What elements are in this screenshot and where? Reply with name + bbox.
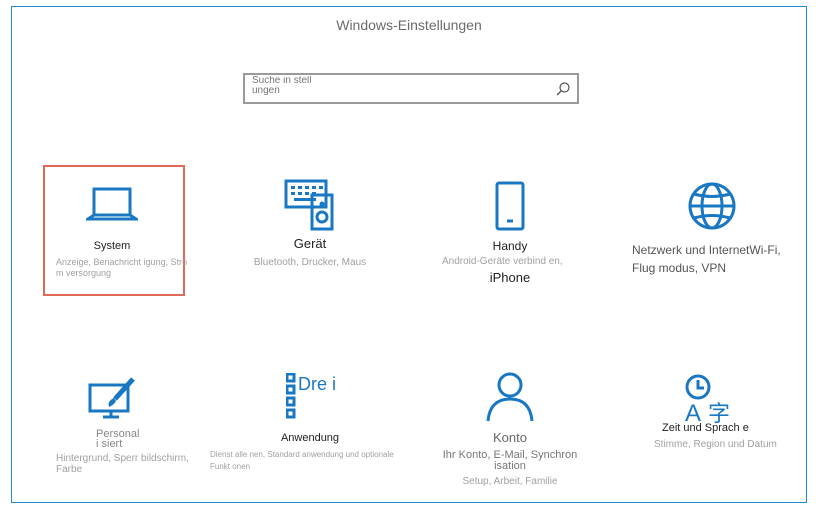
tile-system-name: System — [93, 240, 131, 252]
tile-zeit-sprache-name: Zeit und Sprach e — [662, 422, 749, 434]
tile-personalisierung[interactable]: Personal i siert Hintergrund, Sperr bild… — [32, 377, 192, 475]
tile-geraet-name: Gerät — [293, 236, 327, 251]
person-icon — [486, 372, 534, 422]
tile-handy-name: Handy — [492, 239, 528, 253]
window-title: Windows-Einstellungen — [336, 17, 482, 33]
laptop-icon — [86, 187, 138, 221]
tile-geraet-description: Bluetooth, Drucker, Maus — [253, 257, 367, 268]
search-input[interactable] — [252, 76, 322, 100]
search-icon[interactable] — [555, 81, 571, 97]
settings-window: Windows-Einstellungen System Anzeige, Be… — [11, 6, 807, 503]
phone-icon — [495, 181, 525, 231]
keyboard-speaker-icon — [284, 179, 334, 231]
tile-anwendung-name: Anwendung — [280, 432, 340, 444]
globe-icon — [688, 182, 736, 230]
tile-system[interactable]: System Anzeige, Benachricht igung, Stro … — [32, 185, 192, 279]
tile-handy-description: Android-Geräte verbind en, — [442, 256, 563, 267]
tile-personalisierung-description: Hintergrund, Sperr bildschirm, Farbe — [56, 453, 189, 475]
tile-konto[interactable]: Konto Ihr Konto, E-Mail, Synchron isatio… — [430, 371, 590, 487]
apps-list-icon: Dre i — [286, 373, 338, 419]
tile-handy-extra: iPhone — [489, 270, 531, 285]
tile-konto-description: Ihr Konto, E-Mail, Synchron isation — [442, 449, 578, 472]
tile-netzwerk[interactable]: Netzwerk und InternetWi-Fi, Flug modus, … — [632, 181, 792, 277]
tile-handy[interactable]: Handy Android-Geräte verbind en, iPhone — [430, 181, 590, 285]
time-language-icon: A 字 — [685, 374, 730, 425]
search-box[interactable] — [243, 73, 579, 104]
tile-personalisierung-name: Personal i siert — [96, 428, 140, 450]
tile-konto-extra: Setup, Arbeit, Familie — [462, 476, 558, 487]
tile-konto-name: Konto — [493, 430, 527, 445]
tile-system-description: Anzeige, Benachricht igung, Stro m verso… — [56, 257, 188, 278]
tile-zeit-sprache-description: Stimme, Region und Datum — [654, 439, 777, 450]
tile-netzwerk-name: Netzwerk und InternetWi-Fi, Flug modus, … — [632, 243, 781, 275]
tile-geraet[interactable]: Gerät Bluetooth, Drucker, Maus — [230, 179, 390, 268]
tile-anwendung[interactable]: Dre i Anwendung Dienst alle nen, Standar… — [210, 373, 410, 473]
tile-zeit-sprache[interactable]: A 字 Zeit und Sprach e Stimme, Region und… — [632, 373, 792, 450]
tile-anwendung-description: Dienst alle nen, Standard anwendung und … — [210, 450, 394, 471]
paint-brush-icon — [88, 377, 135, 419]
apps-list-icon-text: Dre i — [298, 374, 337, 394]
